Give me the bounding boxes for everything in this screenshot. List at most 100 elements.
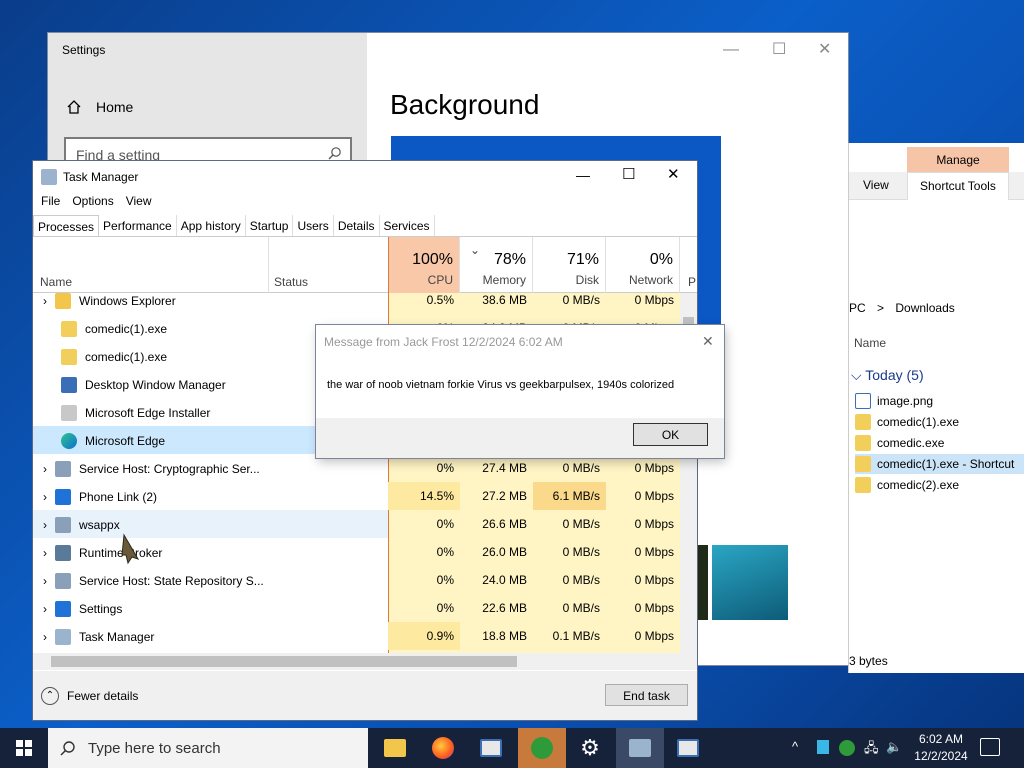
network-total: 0% — [649, 251, 673, 268]
expand-chevron-icon[interactable]: › — [43, 462, 47, 476]
tab-processes[interactable]: Processes — [33, 215, 100, 236]
tab-users[interactable]: Users — [293, 215, 334, 236]
file-item-label: comedic(1).exe — [877, 415, 960, 429]
ok-button[interactable]: OK — [633, 423, 708, 446]
close-button[interactable]: ✕ — [667, 165, 680, 183]
scrollbar-thumb[interactable] — [51, 656, 517, 667]
menu-view[interactable]: View — [126, 194, 152, 208]
file-item[interactable]: comedic(2).exe — [855, 475, 959, 495]
thumbnail-underwater[interactable] — [712, 545, 788, 620]
taskbar-app-window-2[interactable] — [664, 728, 712, 768]
column-header-disk[interactable]: 71% Disk — [533, 237, 606, 293]
process-disk: 0 MB/s — [562, 573, 600, 587]
column-header-name[interactable]: Name — [854, 336, 886, 350]
process-name: Phone Link (2) — [79, 490, 158, 504]
maximize-button[interactable]: ☐ — [622, 165, 635, 183]
file-item[interactable]: comedic.exe — [855, 433, 944, 453]
maximize-button[interactable]: ☐ — [772, 39, 786, 59]
tab-details[interactable]: Details — [334, 215, 380, 236]
fewer-details-button[interactable]: ⌃ Fewer details — [41, 687, 138, 705]
expand-chevron-icon[interactable]: › — [43, 294, 47, 308]
clock[interactable]: 6:02 AM 12/2/2024 — [908, 731, 974, 765]
end-task-button[interactable]: End task — [605, 684, 688, 706]
close-button[interactable]: ✕ — [702, 333, 714, 350]
taskbar-app-window[interactable] — [467, 728, 515, 768]
close-button[interactable]: ✕ — [818, 39, 831, 59]
minimize-button[interactable]: — — [723, 41, 739, 59]
settings-title: Settings — [62, 43, 106, 57]
process-network: 0 Mbps — [634, 629, 674, 643]
ribbon-manage-tab[interactable]: Manage — [907, 147, 1009, 172]
taskbar-messenger[interactable] — [518, 728, 566, 768]
chevron-down-icon: ⌵ — [851, 367, 866, 383]
process-cpu: 0% — [436, 573, 454, 587]
process-name: comedic(1).exe — [85, 350, 168, 364]
notification-icon[interactable] — [980, 738, 1000, 756]
expand-chevron-icon[interactable]: › — [43, 630, 47, 644]
taskbar-settings[interactable]: ⚙ — [566, 728, 614, 768]
start-button[interactable] — [0, 728, 48, 768]
process-name: comedic(1).exe — [85, 322, 168, 336]
column-header-power[interactable]: P — [688, 275, 696, 289]
breadcrumb[interactable]: PC > Downloads — [849, 301, 955, 315]
gear-icon — [55, 573, 71, 589]
cpu-total: 100% — [412, 251, 453, 268]
volume-icon[interactable]: 🔈 — [886, 739, 902, 755]
menu-options[interactable]: Options — [72, 194, 113, 208]
app-window-icon — [480, 739, 502, 757]
tab-view[interactable]: View — [863, 178, 889, 192]
minimize-button[interactable]: — — [576, 167, 590, 183]
tab-services[interactable]: Services — [380, 215, 435, 236]
column-header-status[interactable]: Status — [274, 275, 308, 289]
column-header-cpu[interactable]: 100% CPU — [388, 237, 460, 293]
firefox-icon — [432, 737, 454, 759]
tray-messenger-icon[interactable] — [839, 740, 855, 756]
network-icon[interactable]: 🖧 — [864, 739, 879, 761]
column-header-memory[interactable]: ⌄ 78% Memory — [460, 237, 533, 293]
dialog-titlebar: Message from Jack Frost 12/2/2024 6:02 A… — [316, 325, 724, 360]
chevron-up-icon[interactable]: ^ — [792, 739, 798, 754]
tab-shortcut-tools[interactable]: Shortcut Tools — [907, 172, 1009, 200]
tray-app-icon[interactable] — [817, 740, 829, 754]
gear-icon — [55, 517, 71, 533]
process-row[interactable]: › Settings 0% 22.6 MB 0 MB/s 0 Mbps — [33, 594, 680, 622]
windows-logo-icon — [16, 740, 32, 756]
tab-startup[interactable]: Startup — [246, 215, 294, 236]
taskbar-firefox[interactable] — [419, 728, 467, 768]
process-row[interactable]: › Service Host: Cryptographic Ser... 0% 2… — [33, 454, 680, 482]
settings-gear-icon — [55, 601, 71, 617]
taskbar-file-explorer[interactable] — [371, 728, 419, 768]
file-item-selected[interactable]: comedic(1).exe - Shortcut — [855, 454, 1024, 474]
expand-chevron-icon[interactable]: › — [43, 602, 47, 616]
process-row[interactable]: › Windows Explorer 0.5% 38.6 MB 0 MB/s 0 … — [33, 293, 680, 314]
process-row[interactable]: › Phone Link (2) 14.5% 27.2 MB 6.1 MB/s 0… — [33, 482, 680, 510]
horizontal-scrollbar[interactable] — [33, 653, 697, 670]
settings-home-link[interactable]: Home — [66, 99, 133, 115]
tab-bar: Processes Performance App history Startu… — [33, 215, 697, 237]
tab-app-history[interactable]: App history — [177, 215, 246, 236]
expand-chevron-icon[interactable]: › — [43, 518, 47, 532]
file-item[interactable]: image.png — [855, 391, 933, 411]
taskbar-search-box[interactable]: Type here to search — [48, 728, 368, 768]
menu-file[interactable]: File — [41, 194, 60, 208]
tab-performance[interactable]: Performance — [99, 215, 177, 236]
column-header-network[interactable]: 0% Network — [606, 237, 680, 293]
disk-label: Disk — [575, 273, 599, 287]
expand-chevron-icon[interactable]: › — [43, 546, 47, 560]
expand-chevron-icon[interactable]: › — [43, 574, 47, 588]
process-row[interactable]: › Task Manager 0.9% 18.8 MB 0.1 MB/s 0 Mb… — [33, 622, 680, 650]
process-network: 0 Mbps — [634, 461, 674, 475]
expand-chevron-icon[interactable]: › — [43, 490, 47, 504]
message-dialog: Message from Jack Frost 12/2/2024 6:02 A… — [316, 325, 724, 458]
task-manager-footer: ⌃ Fewer details End task — [33, 671, 697, 720]
taskbar-task-manager[interactable] — [616, 728, 664, 768]
process-memory: 22.6 MB — [482, 601, 527, 615]
file-item-label: comedic(1).exe - Shortcut — [877, 457, 1015, 471]
process-name: Service Host: State Repository S... — [79, 574, 264, 588]
column-header-name[interactable]: Name — [40, 275, 72, 289]
process-row[interactable]: › Service Host: State Repository S... 0% … — [33, 566, 680, 594]
dialog-body: the war of noob vietnam forkie Virus vs … — [316, 360, 724, 418]
file-item[interactable]: comedic(1).exe — [855, 412, 959, 432]
group-header-today[interactable]: ⌵ Today (5) — [851, 367, 924, 384]
window-icon — [55, 545, 71, 561]
